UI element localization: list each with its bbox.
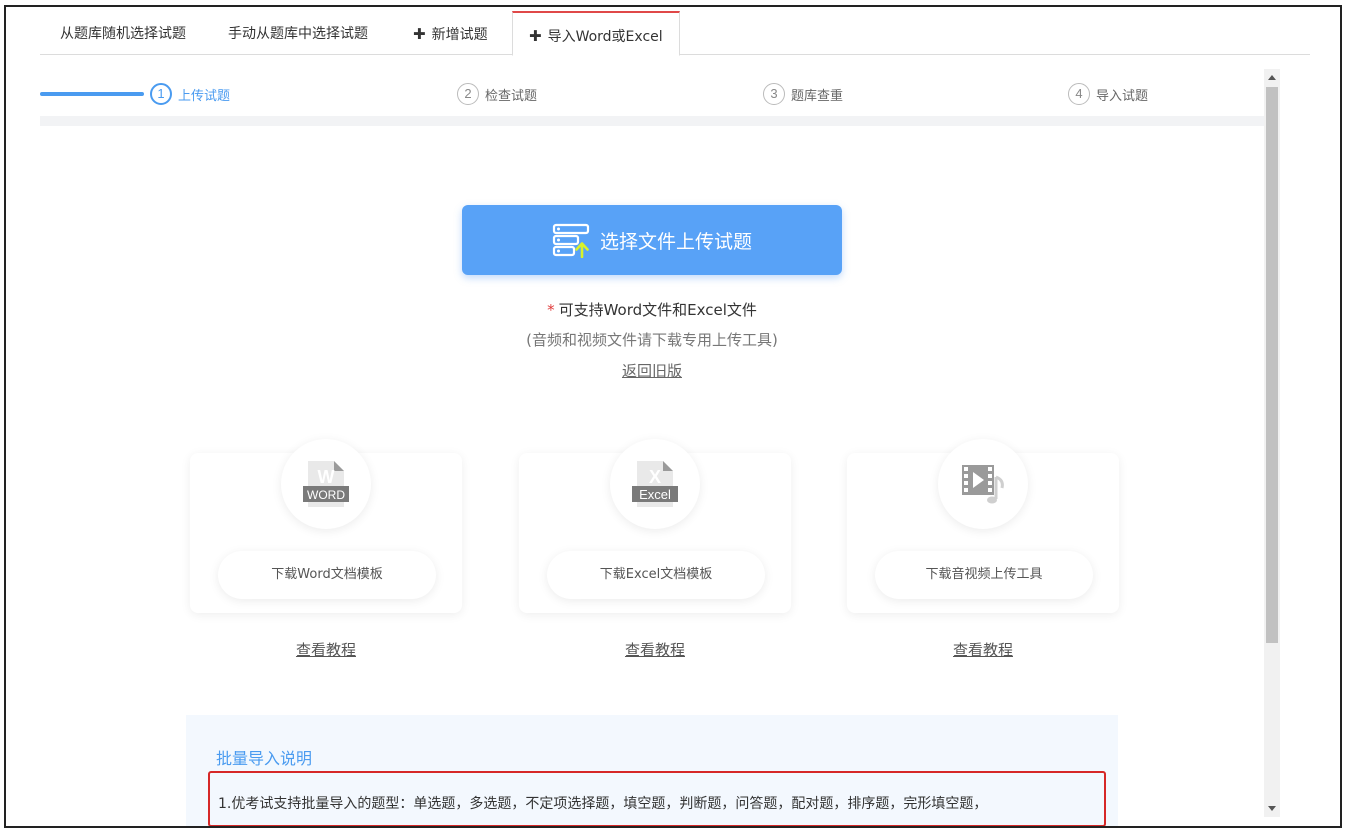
highlight-box: 1.优考试支持批量导入的题型：单选题，多选题，不定项选择题，填空题，判断题，问答… [208, 771, 1106, 826]
caret-down-icon [1268, 806, 1276, 811]
step-import: 4 导入试题 [1068, 81, 1148, 107]
tab-label: 导入Word或Excel [547, 29, 663, 45]
svg-text:WORD: WORD [307, 488, 345, 502]
plus-icon: ✚ [529, 27, 542, 45]
excel-template-card: X Excel 下载Excel文档模板 [519, 439, 791, 613]
step-label: 检查试题 [485, 88, 538, 104]
media-tutorial-link[interactable]: 查看教程 [953, 641, 1013, 659]
tutorial-row: 查看教程 [847, 639, 1119, 660]
old-version-link[interactable]: 返回旧版 [622, 362, 682, 380]
batch-instruction-text: 1.优考试支持批量导入的题型：单选题，多选题，不定项选择题，填空题，判断题，问答… [218, 796, 988, 812]
hint-text: 可支持Word文件和Excel文件 [558, 301, 757, 319]
tab-import-word-excel[interactable]: ✚ 导入Word或Excel [512, 11, 680, 56]
video-audio-icon [962, 465, 1004, 504]
step-number: 3 [763, 83, 785, 105]
download-media-tool-button[interactable]: 下载音视频上传工具 [875, 551, 1093, 599]
word-file-icon: W WORD [303, 461, 349, 507]
step-number: 2 [457, 83, 479, 105]
step-progress: 1 上传试题 2 检查试题 3 题库查重 4 导入试题 [40, 69, 1264, 126]
tutorial-row: 查看教程 [190, 639, 462, 660]
excel-file-icon: X Excel [632, 461, 678, 507]
word-icon-circle: W WORD [281, 439, 371, 529]
tab-bar: 从题库随机选择试题 手动从题库中选择试题 ✚ 新增试题 ✚ 导入Word或Excel [40, 11, 1310, 56]
upload-button-label: 选择文件上传试题 [599, 230, 752, 253]
vertical-scrollbar[interactable] [1264, 69, 1280, 817]
step-label: 导入试题 [1096, 88, 1149, 104]
caret-up-icon [1268, 75, 1276, 80]
download-word-template-button[interactable]: 下载Word文档模板 [218, 551, 436, 599]
plus-icon: ✚ [413, 25, 426, 43]
step-check: 2 检查试题 [457, 81, 537, 107]
media-hint: (音频和视频文件请下载专用上传工具) [526, 331, 778, 349]
tab-label: 从题库随机选择试题 [60, 26, 186, 42]
step-progress-line [40, 92, 144, 96]
tab-manual-select[interactable]: 手动从题库中选择试题 [212, 11, 384, 55]
tab-new-question[interactable]: ✚ 新增试题 [397, 11, 504, 55]
step-number: 1 [150, 83, 172, 105]
import-content: 1 上传试题 2 检查试题 3 题库查重 4 导入试题 选择文件上传试题 * 可… [40, 69, 1264, 826]
word-tutorial-link[interactable]: 查看教程 [296, 641, 356, 659]
batch-import-instructions: 批量导入说明 1.优考试支持批量导入的题型：单选题，多选题，不定项选择题，填空题… [186, 715, 1118, 826]
upload-file-button[interactable]: 选择文件上传试题 [462, 205, 842, 275]
svg-text:Excel: Excel [639, 487, 671, 502]
supported-formats-hint: * 可支持Word文件和Excel文件 [40, 299, 1264, 320]
step-dedup: 3 题库查重 [763, 81, 843, 107]
step-label: 题库查重 [791, 88, 844, 104]
scroll-up-arrow[interactable] [1264, 69, 1280, 85]
svg-text:W: W [318, 467, 335, 487]
step-label: 上传试题 [178, 88, 231, 104]
excel-icon-circle: X Excel [610, 439, 700, 529]
scroll-thumb[interactable] [1266, 87, 1278, 643]
tab-label: 新增试题 [431, 27, 488, 43]
old-version-row: 返回旧版 [40, 360, 1264, 381]
svg-text:X: X [649, 467, 661, 487]
download-excel-template-button[interactable]: 下载Excel文档模板 [547, 551, 765, 599]
upload-server-icon [552, 223, 590, 258]
media-tool-card: 下载音视频上传工具 [847, 439, 1119, 613]
window-frame: 从题库随机选择试题 手动从题库中选择试题 ✚ 新增试题 ✚ 导入Word或Excel… [4, 5, 1342, 828]
media-icon-circle [938, 439, 1028, 529]
required-star: * [547, 301, 555, 319]
excel-tutorial-link[interactable]: 查看教程 [625, 641, 685, 659]
scroll-down-arrow[interactable] [1264, 801, 1280, 817]
tab-random-select[interactable]: 从题库随机选择试题 [44, 11, 202, 55]
tab-label: 手动从题库中选择试题 [228, 26, 368, 42]
tutorial-row: 查看教程 [519, 639, 791, 660]
steps-divider [40, 116, 1264, 126]
batch-title: 批量导入说明 [216, 749, 313, 768]
step-number: 4 [1068, 83, 1090, 105]
step-upload: 1 上传试题 [150, 81, 230, 107]
word-template-card: W WORD 下载Word文档模板 [190, 439, 462, 613]
